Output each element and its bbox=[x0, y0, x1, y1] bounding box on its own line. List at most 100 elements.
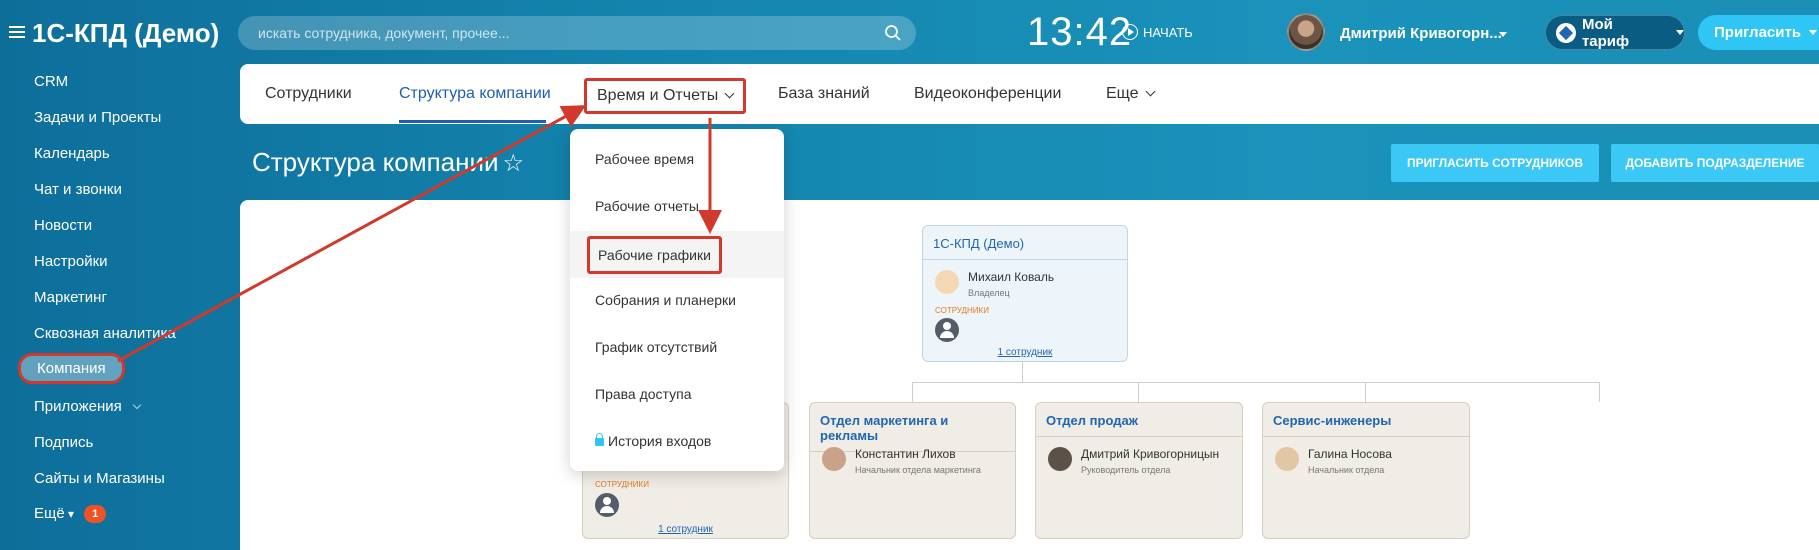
menu-item-work-reports[interactable]: Рабочие отчеты bbox=[595, 198, 699, 214]
sidebar-item-label: Приложения bbox=[34, 398, 122, 415]
menu-item-work-schedules[interactable]: Рабочие графики bbox=[587, 236, 722, 274]
org-dept-card-marketing[interactable]: Отдел маркетинга и рекламы Константин Ли… bbox=[809, 402, 1016, 539]
sidebar-item-news[interactable]: Новости bbox=[34, 217, 92, 234]
org-head-person[interactable]: Константин Лихов Начальник отдела маркет… bbox=[822, 447, 981, 475]
page-title: Структура компании ☆ bbox=[252, 147, 524, 178]
tariff-label: Мой тариф bbox=[1581, 15, 1630, 50]
tariff-button[interactable]: Мой тариф bbox=[1545, 15, 1685, 50]
sidebar-item-marketing[interactable]: Маркетинг bbox=[34, 289, 107, 306]
menu-item-label: История входов bbox=[608, 433, 712, 449]
sidebar-item-calendar[interactable]: Календарь bbox=[34, 145, 110, 162]
person-role: Руководитель отдела bbox=[1081, 465, 1171, 475]
menu-item-access-rights[interactable]: Права доступа bbox=[595, 386, 691, 402]
tab-video-conferences[interactable]: Видеоконференции bbox=[914, 85, 1061, 103]
start-label: НАЧАТЬ bbox=[1143, 24, 1193, 40]
connector bbox=[912, 382, 1600, 383]
tab-more-label: Еще bbox=[1106, 85, 1139, 102]
tab-knowledge-base[interactable]: База знаний bbox=[778, 85, 870, 103]
org-head-person[interactable]: Михаил Коваль Владелец bbox=[935, 270, 1054, 298]
sidebar-item-tasks[interactable]: Задачи и Проекты bbox=[34, 109, 161, 126]
user-name[interactable]: Дмитрий Кривогорн... bbox=[1340, 25, 1502, 42]
chevron-down-icon bbox=[724, 88, 735, 99]
org-head-person[interactable]: Дмитрий Кривогорницын Руководитель отдел… bbox=[1048, 447, 1219, 475]
star-icon[interactable]: ☆ bbox=[503, 150, 525, 177]
org-card-title[interactable]: 1С-КПД (Демо) bbox=[923, 226, 1127, 260]
sidebar-item-crm[interactable]: CRM bbox=[34, 73, 68, 90]
connector bbox=[1022, 362, 1023, 382]
employee-count-link[interactable]: 1 сотрудник bbox=[923, 347, 1127, 358]
connector bbox=[1599, 382, 1600, 402]
sidebar-item-settings[interactable]: Настройки bbox=[34, 253, 108, 270]
avatar bbox=[1048, 447, 1072, 471]
person-name: Константин Лихов bbox=[855, 447, 956, 461]
person-name: Михаил Коваль bbox=[968, 270, 1055, 284]
chevron-down-icon[interactable] bbox=[1499, 32, 1507, 37]
search-box[interactable] bbox=[238, 16, 916, 50]
menu-icon[interactable] bbox=[9, 26, 25, 38]
add-department-button[interactable]: ДОБАВИТЬ ПОДРАЗДЕЛЕНИЕ bbox=[1611, 144, 1819, 182]
invite-label: Пригласить bbox=[1714, 24, 1802, 41]
counter-badge: 1 bbox=[84, 505, 107, 524]
org-dept-card-sales[interactable]: Отдел продаж Дмитрий Кривогорницын Руков… bbox=[1035, 402, 1243, 539]
sidebar-item-more[interactable]: Ещё ▾ 1 bbox=[34, 505, 107, 524]
menu-item-meetings[interactable]: Собрания и планерки bbox=[595, 292, 736, 308]
person-role: Начальник отдела маркетинга bbox=[855, 465, 981, 475]
org-root-card[interactable]: 1С-КПД (Демо) Михаил Коваль Владелец СОТ… bbox=[922, 225, 1128, 362]
sidebar-item-signature[interactable]: Подпись bbox=[34, 434, 93, 451]
employees-label: СОТРУДНИКИ bbox=[935, 306, 989, 315]
chevron-down-icon bbox=[1676, 30, 1684, 35]
menu-item-login-history[interactable]: История входов bbox=[595, 433, 711, 449]
chevron-down-icon bbox=[132, 400, 142, 410]
avatar bbox=[935, 270, 959, 294]
top-nav: Сотрудники Структура компании База знани… bbox=[240, 64, 1819, 124]
person-name: Дмитрий Кривогорницын bbox=[1081, 447, 1220, 461]
search-input[interactable] bbox=[238, 16, 858, 50]
chevron-down-icon bbox=[1145, 86, 1156, 97]
sidebar-item-label: Ещё bbox=[34, 505, 65, 522]
org-card-title[interactable]: Сервис-инженеры bbox=[1263, 403, 1469, 437]
tab-time-label: Время и Отчеты bbox=[597, 87, 719, 104]
tab-time-and-reports[interactable]: Время и Отчеты bbox=[584, 78, 747, 114]
connector bbox=[912, 382, 913, 402]
tariff-icon bbox=[1556, 22, 1576, 43]
org-card-title[interactable]: Отдел маркетинга и рекламы bbox=[810, 403, 1015, 452]
time-reports-menu: Рабочее время Рабочие отчеты Рабочие гра… bbox=[570, 129, 784, 471]
tab-employees[interactable]: Сотрудники bbox=[265, 85, 352, 103]
page-title-text: Структура компании bbox=[252, 147, 499, 177]
sidebar-item-apps[interactable]: Приложения bbox=[34, 398, 142, 415]
search-icon[interactable] bbox=[884, 24, 902, 42]
tab-company-structure[interactable]: Структура компании bbox=[399, 85, 551, 103]
menu-item-absence-chart[interactable]: График отсутствий bbox=[595, 339, 717, 355]
invite-employees-button[interactable]: ПРИГЛАСИТЬ СОТРУДНИКОВ bbox=[1391, 144, 1599, 182]
person-name: Галина Носова bbox=[1308, 447, 1392, 461]
sidebar-item-chat[interactable]: Чат и звонки bbox=[34, 181, 122, 198]
clock: 13:42 bbox=[1027, 10, 1133, 54]
person-role: Владелец bbox=[968, 288, 1010, 298]
person-role: Начальник отдела bbox=[1308, 465, 1385, 475]
start-workday-button[interactable]: НАЧАТЬ bbox=[1122, 24, 1193, 40]
sidebar-item-analytics[interactable]: Сквозная аналитика bbox=[34, 325, 176, 342]
sidebar-item-company[interactable]: Компания bbox=[18, 353, 125, 384]
org-chart-area: 1С-КПД (Демо) Михаил Коваль Владелец СОТ… bbox=[240, 200, 1819, 550]
user-placeholder-icon[interactable] bbox=[595, 493, 619, 517]
menu-item-work-time[interactable]: Рабочее время bbox=[595, 151, 694, 167]
lock-icon bbox=[595, 433, 604, 447]
employee-count-link[interactable]: 1 сотрудник bbox=[583, 524, 788, 535]
employees-label: СОТРУДНИКИ bbox=[595, 480, 649, 489]
play-icon bbox=[1122, 24, 1138, 40]
invite-button[interactable]: Пригласить bbox=[1698, 15, 1819, 50]
org-head-person[interactable]: Галина Носова Начальник отдела bbox=[1275, 447, 1392, 475]
avatar bbox=[822, 447, 846, 471]
avatar[interactable] bbox=[1287, 13, 1325, 51]
app-title[interactable]: 1С-КПД (Демо) bbox=[32, 18, 219, 49]
tab-more[interactable]: Еще bbox=[1106, 85, 1156, 103]
sidebar-item-sites[interactable]: Сайты и Магазины bbox=[34, 470, 165, 487]
user-placeholder-icon[interactable] bbox=[935, 318, 959, 342]
active-tab-indicator bbox=[399, 120, 546, 123]
org-card-title[interactable]: Отдел продаж bbox=[1036, 403, 1242, 437]
avatar bbox=[1275, 447, 1299, 471]
connector bbox=[1138, 382, 1139, 402]
chevron-down-icon bbox=[1809, 30, 1818, 35]
org-dept-card-service[interactable]: Сервис-инженеры Галина Носова Начальник … bbox=[1262, 402, 1470, 539]
connector bbox=[1365, 382, 1366, 402]
